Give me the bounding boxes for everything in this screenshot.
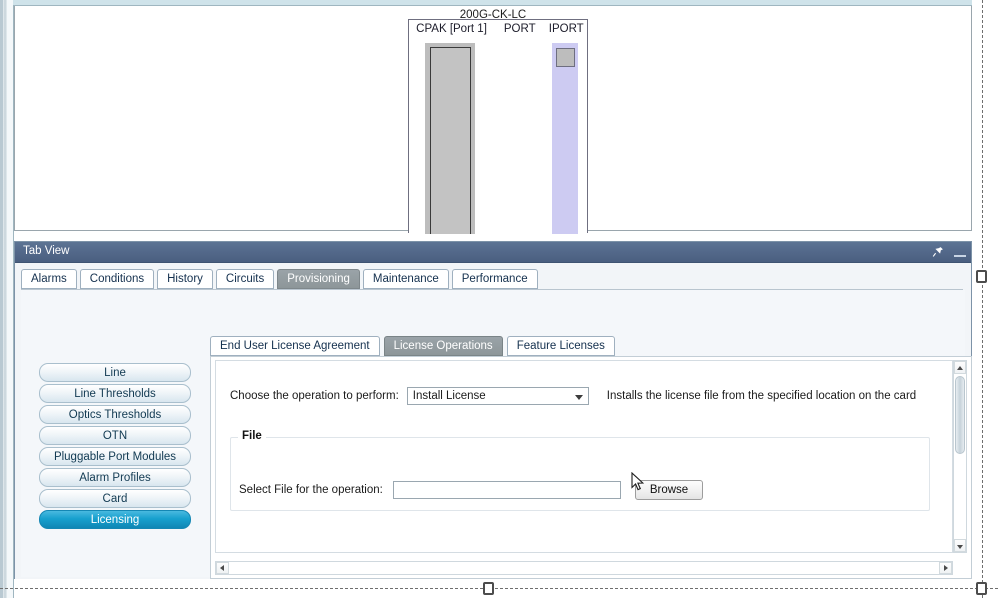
scroll-up-arrow-icon[interactable]: [954, 361, 966, 374]
tab-history[interactable]: History: [157, 269, 213, 289]
tab-view-title: Tab View: [23, 245, 70, 257]
tab-feature-licenses[interactable]: Feature Licenses: [506, 336, 615, 356]
licensing-tabstrip: End User License Agreement License Opera…: [210, 336, 615, 356]
file-select-row: Select File for the operation: Browse: [239, 480, 704, 500]
sidebar-item-card[interactable]: Card: [39, 489, 191, 508]
file-path-input[interactable]: [392, 481, 621, 499]
tab-end-user-license-agreement[interactable]: End User License Agreement: [210, 336, 380, 356]
horizontal-scrollbar[interactable]: [215, 561, 953, 575]
sidebar-item-pluggable-port-modules[interactable]: Pluggable Port Modules: [39, 447, 191, 466]
sidebar-item-line-thresholds[interactable]: Line Thresholds: [39, 384, 191, 403]
tab-circuits[interactable]: Circuits: [215, 269, 275, 289]
sidebar-item-otn[interactable]: OTN: [39, 426, 191, 445]
card-column-label-cpak: CPAK [Port 1]: [416, 23, 487, 35]
sidebar-item-alarm-profiles[interactable]: Alarm Profiles: [39, 468, 191, 487]
tab-license-operations[interactable]: License Operations: [383, 336, 503, 356]
cpak-slot-port1[interactable]: [425, 43, 475, 234]
sidebar-item-line[interactable]: Line: [39, 363, 191, 382]
resize-handle-right-top[interactable]: [976, 270, 987, 283]
tab-performance[interactable]: Performance: [451, 269, 538, 289]
file-select-label: Select File for the operation:: [239, 484, 383, 496]
tab-view-titlebar[interactable]: Tab View: [15, 242, 971, 263]
operation-select-value: Install License: [412, 390, 486, 402]
file-group: File Select File for the operation: Brow…: [230, 430, 930, 511]
provisioning-tabstrip: Alarms Conditions History Circuits Provi…: [21, 269, 538, 289]
sidebar-item-optics-thresholds[interactable]: Optics Thresholds: [39, 405, 191, 424]
browse-button[interactable]: Browse: [634, 480, 704, 500]
provisioning-pane: Line Line Thresholds Optics Thresholds O…: [21, 290, 972, 579]
cpak-module-graphic: [430, 47, 471, 234]
card-column-labels: CPAK [Port 1] PORT IPORT: [409, 23, 587, 39]
card-column-label-port: PORT: [503, 23, 536, 35]
iport-slot[interactable]: [552, 43, 578, 234]
scroll-down-arrow-icon[interactable]: [954, 539, 966, 552]
operation-description: Installs the license file from the speci…: [606, 390, 917, 402]
tab-conditions[interactable]: Conditions: [79, 269, 155, 289]
screen-root: 200G-CK-LC CPAK [Port 1] PORT IPORT Tab …: [0, 0, 998, 598]
vertical-scrollbar[interactable]: [953, 360, 967, 553]
tab-maintenance[interactable]: Maintenance: [362, 269, 449, 289]
licensing-panel: End User License Agreement License Opera…: [197, 336, 972, 594]
vertical-scrollbar-thumb[interactable]: [955, 376, 965, 454]
operation-select[interactable]: Install License: [406, 387, 589, 405]
card-column-label-iport: IPORT: [548, 23, 584, 35]
resize-handle-right-bottom[interactable]: [976, 582, 987, 595]
minimize-icon[interactable]: [954, 254, 966, 257]
scroll-left-arrow-icon[interactable]: [216, 562, 229, 574]
chevron-down-icon: [574, 395, 583, 400]
file-group-legend: File: [238, 430, 266, 442]
operation-row: Choose the operation to perform: Install…: [230, 387, 916, 405]
operation-label: Choose the operation to perform:: [230, 390, 399, 402]
pin-icon[interactable]: [931, 245, 945, 259]
card-graphic[interactable]: CPAK [Port 1] PORT IPORT: [408, 19, 588, 234]
license-operations-frame: Choose the operation to perform: Install…: [210, 356, 972, 579]
iport-module-graphic: [556, 48, 575, 67]
tab-view-window: Tab View Alarms Conditions History Circu…: [14, 241, 972, 579]
license-operations-scroll-region: Choose the operation to perform: Install…: [215, 360, 953, 553]
sidebar-item-licensing[interactable]: Licensing: [39, 510, 191, 529]
provisioning-sidebar: Line Line Thresholds Optics Thresholds O…: [39, 363, 191, 529]
tab-provisioning[interactable]: Provisioning: [277, 269, 360, 289]
selection-frame-right: [982, 0, 983, 598]
selection-frame-bottom: [0, 588, 998, 589]
tab-alarms[interactable]: Alarms: [21, 269, 77, 289]
scroll-right-arrow-icon[interactable]: [939, 562, 952, 574]
resize-handle-bottom-center[interactable]: [483, 582, 494, 595]
card-view-panel: 200G-CK-LC CPAK [Port 1] PORT IPORT: [14, 6, 972, 234]
tab-view-body: Alarms Conditions History Circuits Provi…: [15, 263, 972, 579]
